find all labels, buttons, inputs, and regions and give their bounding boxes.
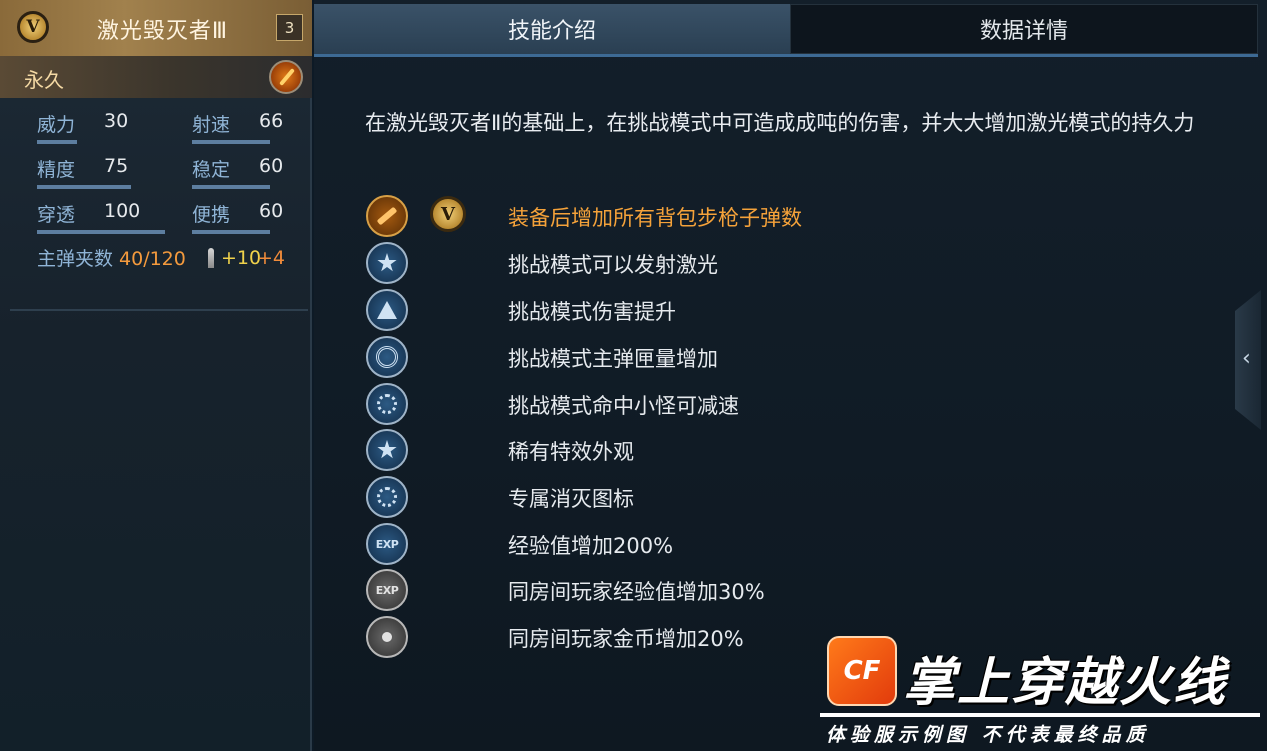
- skill-text: 挑战模式可以发射激光: [508, 253, 718, 277]
- watermark-subtitle: 体验服示例图 不代表最终品质: [826, 724, 1150, 746]
- skill-item: EXP 同房间玩家经验值增加30%: [366, 569, 1066, 611]
- stat-label: 威力: [37, 114, 76, 136]
- watermark-title: 掌上穿越火线: [903, 653, 1228, 713]
- weapon-level-badge: 3: [276, 14, 303, 41]
- skill-text: 稀有特效外观: [508, 440, 634, 464]
- weapon-title-bar: V 激光毁灭者Ⅲ 3: [0, 0, 312, 56]
- weapon-name: 激光毁灭者Ⅲ: [96, 19, 229, 44]
- stat-value: 75: [104, 155, 129, 177]
- skill-text: 专属消灭图标: [508, 487, 634, 511]
- stat-bar: [192, 140, 270, 144]
- duration-bar: 永久: [0, 56, 312, 98]
- magazine-info: 主弹夹数 40/120: [37, 244, 186, 271]
- vip-badge-icon: V: [430, 196, 466, 232]
- stat-label: 精度: [37, 159, 76, 181]
- skill-item: 挑战模式可以发射激光: [366, 242, 1066, 284]
- stat-label: 便携: [192, 204, 231, 226]
- duration-label: 永久: [24, 68, 64, 92]
- stat-bar: [192, 185, 270, 189]
- bullet-icon: [208, 248, 214, 268]
- stat-label: 穿透: [37, 204, 76, 226]
- stat-stability: 稳定 60: [192, 155, 287, 189]
- magazine-bonus-b: +4: [257, 247, 286, 269]
- skill-item: EXP 经验值增加200%: [366, 523, 1066, 565]
- stat-bar: [37, 140, 77, 144]
- stat-portability: 便携 60: [192, 200, 287, 234]
- tab-underline: [314, 54, 1258, 57]
- tab-bar: 技能介绍 数据详情: [314, 4, 1258, 57]
- watermark-divider: [820, 713, 1260, 717]
- skill-text: 装备后增加所有背包步枪子弹数: [508, 206, 802, 230]
- skill-item: 稀有特效外观: [366, 429, 1066, 471]
- stat-value: 30: [104, 110, 129, 132]
- vip-badge-icon: V: [17, 11, 49, 43]
- stat-label: 稳定: [192, 159, 231, 181]
- side-drawer-handle[interactable]: ‹: [1235, 290, 1261, 430]
- tab-skill-intro[interactable]: 技能介绍: [314, 4, 790, 54]
- stat-value: 100: [104, 200, 141, 222]
- skill-item: 挑战模式伤害提升: [366, 289, 1066, 331]
- kill-icon: [366, 476, 408, 518]
- stat-bar: [37, 185, 131, 189]
- tab-data-details[interactable]: 数据详情: [790, 4, 1258, 54]
- exp-icon: EXP: [366, 523, 408, 565]
- rifle-icon: [366, 195, 408, 237]
- stat-bar: [192, 230, 270, 234]
- star-icon: [366, 242, 408, 284]
- skill-item: 挑战模式主弹匣量增加: [366, 336, 1066, 378]
- weapon-info-panel: V 激光毁灭者Ⅲ 3 永久 威力 30 射速 66 精度 75 稳定 60 穿透…: [0, 0, 312, 751]
- skill-text: 挑战模式伤害提升: [508, 300, 676, 324]
- stat-value: 60: [259, 155, 284, 177]
- skill-text: 挑战模式命中小怪可减速: [508, 394, 739, 418]
- skill-text: 同房间玩家金币增加20%: [508, 627, 744, 651]
- skill-description: 在激光毁灭者Ⅱ的基础上，在挑战模式中可造成成吨的伤害，并大大增加激光模式的持久力: [365, 111, 1195, 135]
- skill-item: V 装备后增加所有背包步枪子弹数: [366, 195, 1066, 237]
- stat-power: 威力 30: [37, 110, 157, 144]
- chevron-left-icon: ‹: [1242, 346, 1251, 371]
- damage-up-icon: [366, 289, 408, 331]
- magazine-label: 主弹夹数: [37, 248, 114, 270]
- slow-icon: [366, 383, 408, 425]
- stat-penetration: 穿透 100: [37, 200, 167, 234]
- coin-icon: [366, 616, 408, 658]
- weapon-type-icon[interactable]: [269, 60, 303, 94]
- stat-fire-rate: 射速 66: [192, 110, 287, 144]
- skill-text: 同房间玩家经验值增加30%: [508, 580, 765, 604]
- stat-bar: [37, 230, 165, 234]
- star-icon: [366, 429, 408, 471]
- skill-item: 挑战模式命中小怪可减速: [366, 383, 1066, 425]
- magazine-icon: [366, 336, 408, 378]
- app-logo-icon: CF: [827, 636, 897, 706]
- detail-panel: 技能介绍 数据详情 在激光毁灭者Ⅱ的基础上，在挑战模式中可造成成吨的伤害，并大大…: [314, 0, 1267, 751]
- stat-value: 60: [259, 200, 284, 222]
- room-exp-icon: EXP: [366, 569, 408, 611]
- stat-label: 射速: [192, 114, 231, 136]
- skill-text: 挑战模式主弹匣量增加: [508, 347, 718, 371]
- divider: [10, 309, 308, 311]
- skill-text: 经验值增加200%: [508, 534, 674, 558]
- magazine-bonus-a: +10: [221, 247, 262, 269]
- stat-value: 66: [259, 110, 284, 132]
- magazine-value: 40/120: [119, 248, 186, 270]
- stat-accuracy: 精度 75: [37, 155, 157, 189]
- skill-item: 专属消灭图标: [366, 476, 1066, 518]
